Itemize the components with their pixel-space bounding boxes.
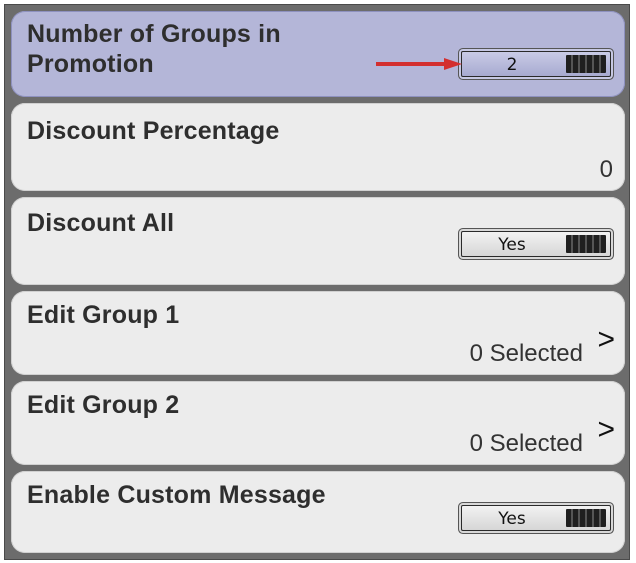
discount-all-value: Yes: [498, 235, 526, 255]
row-title: Edit Group 2: [27, 391, 180, 419]
row-edit-group-2[interactable]: Edit Group 2 0 Selected >: [11, 381, 625, 465]
row-discount-all[interactable]: Discount All Yes: [11, 197, 625, 285]
row-title: Number of Groups in Promotion: [27, 20, 281, 78]
custom-message-value: Yes: [498, 509, 526, 529]
discount-all-toggle[interactable]: Yes: [461, 231, 611, 257]
group-1-selected-count: 0 Selected: [469, 340, 583, 367]
grip-handle-icon[interactable]: [566, 55, 606, 73]
chevron-right-icon[interactable]: >: [597, 415, 615, 445]
row-enable-custom-message[interactable]: Enable Custom Message Yes: [11, 471, 625, 553]
row-edit-group-1[interactable]: Edit Group 1 0 Selected >: [11, 291, 625, 375]
row-title: Enable Custom Message: [27, 481, 326, 509]
custom-message-toggle[interactable]: Yes: [461, 505, 611, 531]
chevron-right-icon[interactable]: >: [597, 325, 615, 355]
settings-panel: Number of Groups in Promotion 2 Discount…: [4, 4, 630, 560]
row-number-of-groups[interactable]: Number of Groups in Promotion 2: [11, 11, 625, 97]
groups-count-stepper[interactable]: 2: [461, 51, 611, 77]
row-title: Discount Percentage: [27, 117, 280, 145]
grip-handle-icon[interactable]: [566, 235, 606, 253]
grip-handle-icon[interactable]: [566, 509, 606, 527]
row-title: Discount All: [27, 209, 175, 237]
groups-count-value: 2: [506, 55, 518, 75]
row-discount-percentage[interactable]: Discount Percentage 0: [11, 103, 625, 191]
group-2-selected-count: 0 Selected: [469, 430, 583, 457]
arrow-head: [444, 58, 462, 70]
discount-percentage-value: 0: [599, 156, 613, 183]
annotation-arrow-icon: [376, 58, 462, 70]
row-title: Edit Group 1: [27, 301, 180, 329]
